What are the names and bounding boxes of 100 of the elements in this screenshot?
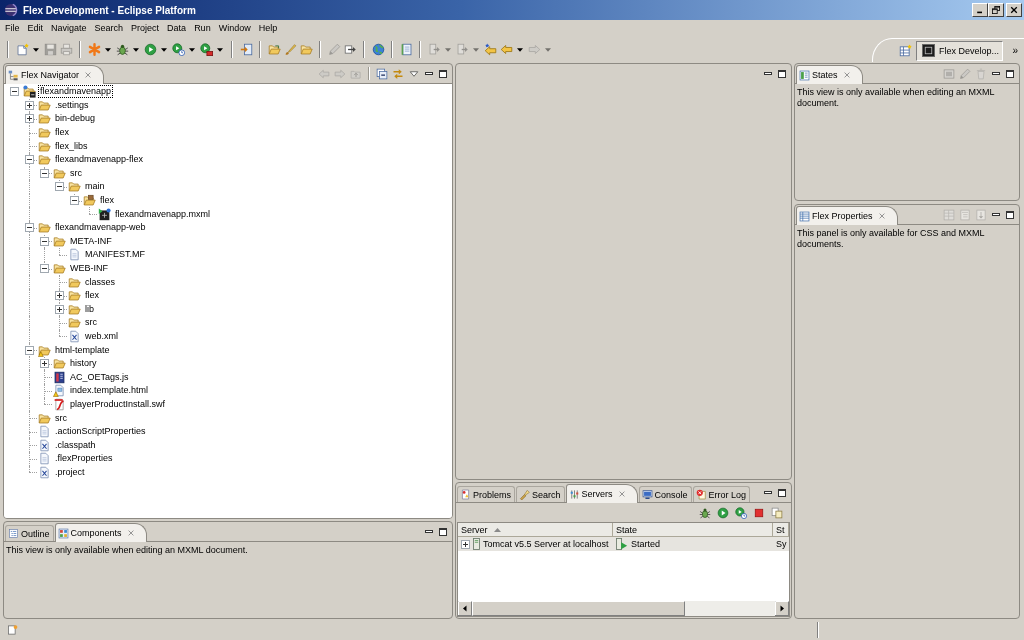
tree-item[interactable]: AC_OETags.js bbox=[68, 370, 131, 384]
play-icon[interactable] bbox=[717, 506, 729, 519]
view-tab[interactable]: Error Log bbox=[692, 486, 751, 502]
plus-box-icon[interactable] bbox=[55, 291, 64, 301]
scroll-right-button[interactable] bbox=[775, 601, 789, 616]
tree-item[interactable]: src bbox=[83, 316, 99, 330]
view-tab[interactable]: Problems bbox=[457, 486, 515, 502]
tree-item[interactable]: lib bbox=[83, 302, 96, 316]
view-tab[interactable]: Servers bbox=[565, 484, 638, 503]
maximize-icon[interactable] bbox=[1005, 68, 1015, 79]
more-perspectives-button[interactable]: » bbox=[1012, 45, 1018, 56]
menu-item[interactable]: Data bbox=[163, 21, 191, 36]
menu-item[interactable]: Search bbox=[90, 21, 128, 36]
caret-icon[interactable] bbox=[189, 47, 195, 52]
tree-item[interactable]: flexandmavenapp-flex bbox=[53, 153, 146, 167]
caret-icon[interactable] bbox=[161, 47, 167, 52]
minus-box-icon[interactable] bbox=[10, 87, 19, 97]
tree-item[interactable]: flexandmavenapp-web bbox=[53, 221, 148, 235]
tree-item[interactable]: main bbox=[83, 180, 107, 194]
play-clock-icon[interactable] bbox=[735, 506, 747, 519]
table-row[interactable]: Tomcat v5.5 Server at localhost Started Sy bbox=[458, 537, 789, 551]
close-icon[interactable] bbox=[877, 212, 886, 220]
view-tab[interactable]: Flex Navigator bbox=[5, 65, 105, 84]
caret-icon[interactable] bbox=[217, 47, 223, 52]
tree-item[interactable]: WEB-INF bbox=[68, 262, 110, 275]
view-tab[interactable]: Outline bbox=[5, 525, 54, 541]
minimize-button[interactable] bbox=[972, 3, 988, 17]
plus-box-icon[interactable] bbox=[25, 114, 34, 124]
collapse-all-icon[interactable] bbox=[376, 67, 388, 80]
scroll-thumb[interactable] bbox=[472, 601, 685, 616]
bug-icon[interactable] bbox=[699, 506, 711, 519]
view-tab[interactable]: Flex Properties bbox=[796, 206, 898, 225]
view-tab[interactable]: Console bbox=[638, 486, 692, 502]
caret-icon[interactable] bbox=[105, 47, 111, 52]
tree-item[interactable]: html-template bbox=[53, 343, 112, 357]
page-arrow-icon[interactable] bbox=[239, 43, 253, 56]
restore-button[interactable] bbox=[988, 3, 1004, 17]
tree-item[interactable]: src bbox=[53, 411, 69, 425]
close-icon[interactable] bbox=[617, 490, 626, 498]
close-icon[interactable] bbox=[84, 71, 93, 79]
tree-item[interactable]: web.xml bbox=[83, 330, 120, 343]
menu-item[interactable]: File bbox=[1, 21, 24, 36]
box-arrow-icon[interactable] bbox=[343, 43, 357, 56]
document-icon[interactable] bbox=[399, 43, 413, 56]
minus-box-icon[interactable] bbox=[40, 168, 49, 178]
play-clock-icon[interactable] bbox=[171, 43, 185, 56]
minus-box-icon[interactable] bbox=[70, 196, 79, 206]
plus-box-icon[interactable] bbox=[25, 100, 34, 110]
caret-icon[interactable] bbox=[133, 47, 139, 52]
tree-item[interactable]: bin-debug bbox=[53, 112, 98, 126]
tree-item[interactable]: flex_libs bbox=[53, 139, 90, 153]
menu-item[interactable]: Run bbox=[190, 21, 215, 36]
tree-item[interactable]: MANIFEST.MF bbox=[83, 248, 147, 262]
tree-item[interactable]: flexandmavenapp.mxml bbox=[113, 207, 213, 221]
maximize-icon[interactable] bbox=[438, 68, 448, 79]
tree-item[interactable]: playerProductInstall.swf bbox=[68, 397, 168, 411]
menu-item[interactable]: Edit bbox=[23, 21, 48, 36]
star-arrow-icon[interactable] bbox=[483, 43, 497, 56]
scroll-left-button[interactable] bbox=[458, 601, 472, 616]
view-tab[interactable]: Components bbox=[54, 523, 147, 542]
tree-item[interactable]: .flexProperties bbox=[53, 452, 115, 466]
view-tab[interactable]: States bbox=[796, 65, 863, 84]
tree-item[interactable]: flex bbox=[83, 289, 101, 303]
tree-item[interactable]: index.template.html bbox=[68, 384, 151, 398]
plus-box-icon[interactable] bbox=[40, 359, 49, 369]
play-toolbox-icon[interactable] bbox=[199, 43, 213, 56]
maximize-icon[interactable] bbox=[1005, 209, 1015, 220]
horizontal-scrollbar[interactable] bbox=[458, 601, 789, 616]
maximize-icon[interactable] bbox=[438, 526, 448, 537]
tree-item[interactable]: META-INF bbox=[68, 234, 114, 248]
minus-box-icon[interactable] bbox=[40, 236, 49, 246]
tree-item[interactable]: .project bbox=[53, 465, 87, 479]
close-button[interactable] bbox=[1006, 3, 1022, 17]
minus-box-icon[interactable] bbox=[55, 182, 64, 192]
close-icon[interactable] bbox=[126, 529, 135, 537]
tree-item[interactable]: .settings bbox=[53, 98, 91, 112]
menu-item[interactable]: Help bbox=[254, 21, 282, 36]
maximize-icon[interactable] bbox=[777, 487, 787, 498]
menu-item[interactable]: Navigate bbox=[47, 21, 91, 36]
two-pages-icon[interactable] bbox=[771, 506, 783, 519]
tree-item[interactable]: flex bbox=[53, 126, 71, 140]
grid-star-icon[interactable] bbox=[898, 44, 912, 57]
tree-item[interactable]: flexandmavenapp bbox=[38, 85, 114, 99]
minus-box-icon[interactable] bbox=[25, 345, 34, 355]
tree-item[interactable]: src bbox=[68, 166, 84, 180]
plus-box-icon[interactable] bbox=[55, 304, 64, 314]
tree-item[interactable]: .actionScriptProperties bbox=[53, 425, 148, 439]
stop-icon[interactable] bbox=[753, 506, 765, 519]
tree-item[interactable]: classes bbox=[83, 275, 117, 289]
play-icon[interactable] bbox=[143, 43, 157, 56]
bug-icon[interactable] bbox=[115, 43, 129, 56]
globe-icon[interactable] bbox=[371, 43, 385, 56]
caret-icon[interactable] bbox=[33, 47, 39, 52]
tree-item[interactable]: history bbox=[68, 357, 99, 371]
menu-item[interactable]: Project bbox=[127, 21, 164, 36]
tree-item[interactable]: .classpath bbox=[53, 438, 98, 452]
minus-box-icon[interactable] bbox=[25, 223, 34, 233]
maximize-icon[interactable] bbox=[777, 69, 787, 79]
minus-box-icon[interactable] bbox=[25, 155, 34, 165]
menu-item[interactable]: Window bbox=[214, 21, 255, 36]
